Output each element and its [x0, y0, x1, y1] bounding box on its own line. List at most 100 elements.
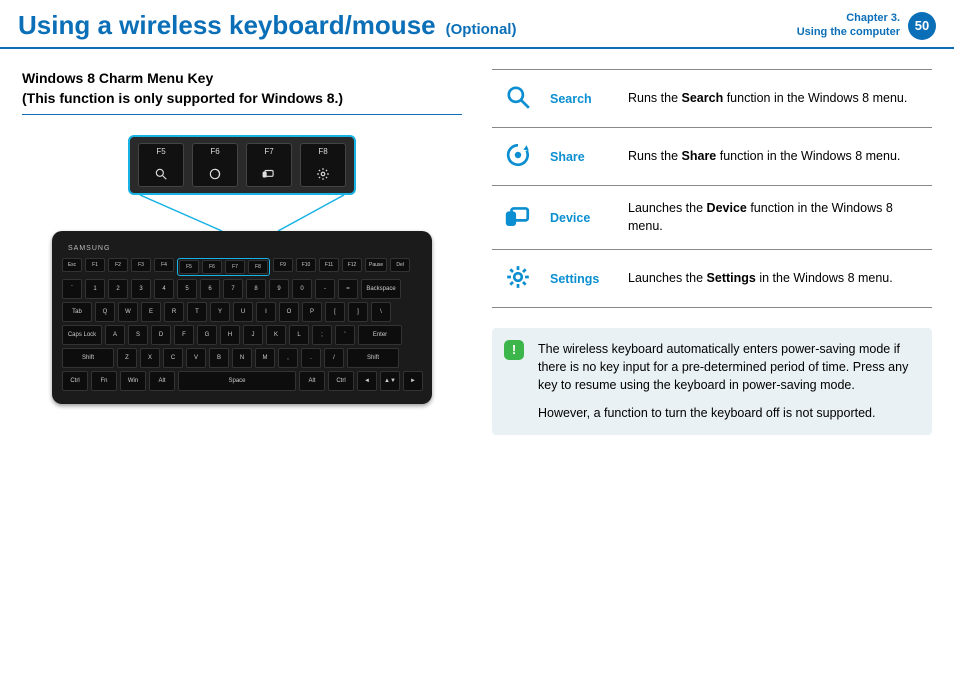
keyboard-row-fn: EscF1F2F3F4F5F6F7F8F9F10F11F12PauseDel	[62, 258, 422, 276]
chapter-group: Chapter 3. Using the computer 50	[797, 12, 936, 40]
keyboard-key: Backspace	[361, 279, 401, 299]
keyboard-key: Caps Lock	[62, 325, 102, 345]
keyboard-key: F11	[319, 258, 339, 272]
keyboard-key: Esc	[62, 258, 82, 272]
keyboard-key: F2	[108, 258, 128, 272]
chapter-name: Using the computer	[797, 26, 900, 39]
keyboard-key: T	[187, 302, 207, 322]
keyboard-key: G	[197, 325, 217, 345]
keyboard-key: F3	[131, 258, 151, 272]
keyboard-key: D	[151, 325, 171, 345]
note-box: ! The wireless keyboard automatically en…	[492, 328, 932, 435]
callout-key-label: F7	[264, 147, 273, 156]
callout-key-label: F8	[318, 147, 327, 156]
keyboard-key: ]	[348, 302, 368, 322]
keyboard-key: Enter	[358, 325, 402, 345]
keyboard-key: F9	[273, 258, 293, 272]
charm-label: Settings	[544, 250, 622, 308]
charm-row: SearchRuns the Search function in the Wi…	[492, 70, 932, 128]
keyboard-key: ◄	[357, 371, 377, 391]
charm-description: Runs the Share function in the Windows 8…	[622, 128, 932, 186]
keyboard-key: 7	[223, 279, 243, 299]
keyboard-key: '	[335, 325, 355, 345]
keyboard-key: N	[232, 348, 252, 368]
left-column: Windows 8 Charm Menu Key (This function …	[22, 69, 462, 435]
charm-description: Launches the Device function in the Wind…	[622, 186, 932, 250]
keyboard-key: F7	[225, 260, 245, 274]
keyboard-body: SAMSUNG EscF1F2F3F4F5F6F7F8F9F10F11F12Pa…	[52, 231, 432, 404]
section-heading-line2: (This function is only supported for Win…	[22, 89, 462, 109]
keyboard-key: Q	[95, 302, 115, 322]
charm-row: SettingsLaunches the Settings in the Win…	[492, 250, 932, 308]
keyboard-key: ►	[403, 371, 423, 391]
keyboard-key: F10	[296, 258, 316, 272]
keyboard-row-a: Caps LockASDFGHJKL;'Enter	[62, 325, 422, 345]
callout-key-f7: F7	[246, 143, 292, 187]
keyboard-key: F8	[248, 260, 268, 274]
callout-connectors	[112, 195, 372, 231]
keyboard-key: Ctrl	[62, 371, 88, 391]
keyboard-key: 2	[108, 279, 128, 299]
search-icon	[492, 70, 544, 128]
keyboard-key: O	[279, 302, 299, 322]
charm-table: SearchRuns the Search function in the Wi…	[492, 69, 932, 308]
keyboard-key: Y	[210, 302, 230, 322]
keyboard-key: X	[140, 348, 160, 368]
keyboard-key: Space	[178, 371, 296, 391]
share-icon	[208, 167, 222, 183]
keyboard-key: =	[338, 279, 358, 299]
keyboard-key: Alt	[149, 371, 175, 391]
page-header: Using a wireless keyboard/mouse (Optiona…	[0, 0, 954, 49]
f-key-callout: F5 F6 F7 F8	[128, 135, 356, 195]
charm-label: Device	[544, 186, 622, 250]
right-column: SearchRuns the Search function in the Wi…	[492, 69, 932, 435]
keyboard-key: B	[209, 348, 229, 368]
keyboard-key: 8	[246, 279, 266, 299]
keyboard-key: C	[163, 348, 183, 368]
settings-icon	[492, 250, 544, 308]
keyboard-key: Shift	[347, 348, 399, 368]
keyboard-key: Tab	[62, 302, 92, 322]
keyboard-key: 4	[154, 279, 174, 299]
settings-icon	[316, 167, 330, 183]
charm-row: ShareRuns the Share function in the Wind…	[492, 128, 932, 186]
keyboard-key: 6	[200, 279, 220, 299]
keyboard-key: F5	[179, 260, 199, 274]
keyboard-row-ctrl: CtrlFnWinAltSpaceAltCtrl◄▲▼►	[62, 371, 422, 391]
keyboard-row-num: `1234567890-=Backspace	[62, 279, 422, 299]
keyboard-key: U	[233, 302, 253, 322]
keyboard-key: F1	[85, 258, 105, 272]
keyboard-key: J	[243, 325, 263, 345]
keyboard-key: A	[105, 325, 125, 345]
section-heading-line1: Windows 8 Charm Menu Key	[22, 69, 462, 89]
keyboard-key: F	[174, 325, 194, 345]
keyboard-key: [	[325, 302, 345, 322]
page-subtitle: (Optional)	[446, 21, 517, 38]
keyboard-key: I	[256, 302, 276, 322]
callout-key-f8: F8	[300, 143, 346, 187]
keyboard-key: L	[289, 325, 309, 345]
keyboard-row-q: TabQWERTYUIOP[]\	[62, 302, 422, 322]
keyboard-key: \	[371, 302, 391, 322]
keyboard-key: Win	[120, 371, 146, 391]
charm-label: Search	[544, 70, 622, 128]
keyboard-key: S	[128, 325, 148, 345]
keyboard-key: Pause	[365, 258, 387, 272]
callout-key-f6: F6	[192, 143, 238, 187]
note-paragraph-1: The wireless keyboard automatically ente…	[538, 340, 918, 394]
keyboard-key: 3	[131, 279, 151, 299]
keyboard-key: F12	[342, 258, 362, 272]
keyboard-key: -	[315, 279, 335, 299]
keyboard-key: Ctrl	[328, 371, 354, 391]
callout-key-f5: F5	[138, 143, 184, 187]
charm-label: Share	[544, 128, 622, 186]
keyboard-key: `	[62, 279, 82, 299]
section-heading: Windows 8 Charm Menu Key (This function …	[22, 69, 462, 115]
page-title: Using a wireless keyboard/mouse	[18, 10, 436, 41]
keyboard-key: E	[141, 302, 161, 322]
keyboard-row-z: ShiftZXCVBNM,./Shift	[62, 348, 422, 368]
keyboard-key: W	[118, 302, 138, 322]
page-number-badge: 50	[908, 12, 936, 40]
title-group: Using a wireless keyboard/mouse (Optiona…	[18, 10, 516, 41]
alert-icon: !	[504, 340, 524, 360]
